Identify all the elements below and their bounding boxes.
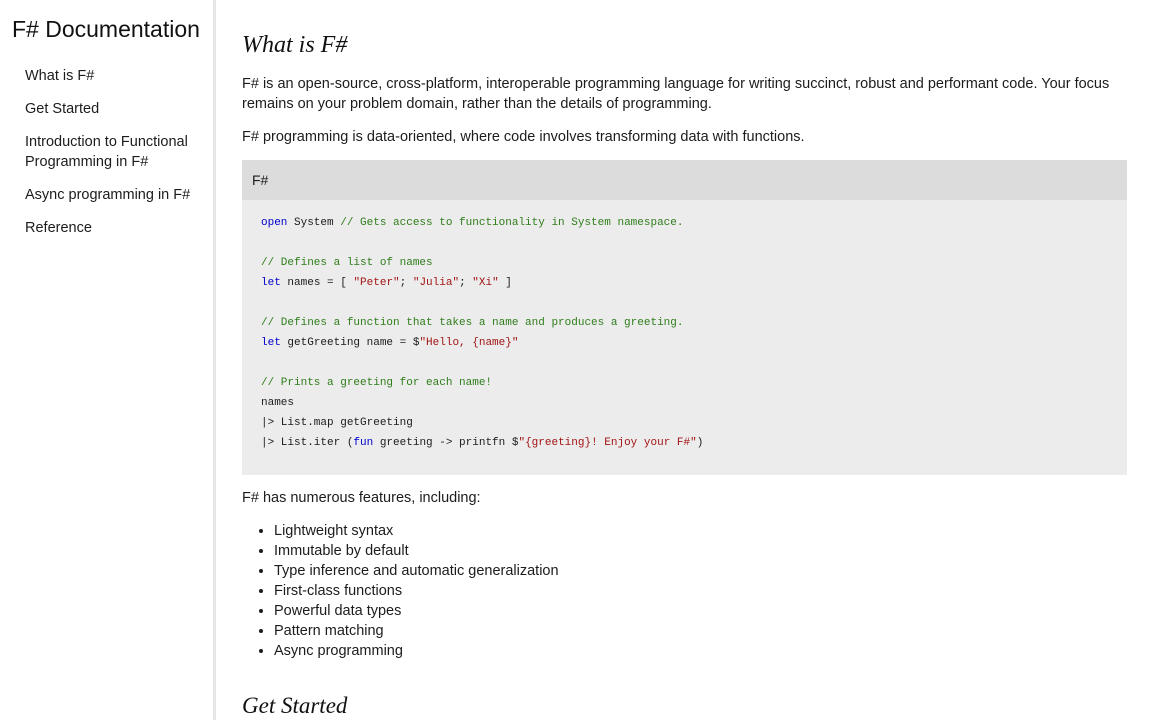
code-token: names = [ bbox=[280, 277, 354, 289]
sidebar-item-reference[interactable]: Reference bbox=[25, 218, 205, 238]
sidebar-item-what-is-fsharp[interactable]: What is F# bbox=[25, 66, 205, 86]
feature-item: Pattern matching bbox=[274, 621, 559, 641]
code-token: ] bbox=[498, 277, 512, 289]
feature-item: Lightweight syntax bbox=[274, 521, 559, 541]
code-token: // Prints a greeting for each name! bbox=[261, 377, 493, 389]
feature-item: Powerful data types bbox=[274, 601, 559, 621]
code-token: "Hello, bbox=[419, 337, 473, 349]
code-token: greeting -> printfn $ bbox=[373, 437, 519, 449]
code-line: // Defines a function that takes a name … bbox=[261, 313, 1127, 333]
code-token: ) bbox=[696, 437, 704, 449]
code-token: names bbox=[261, 397, 295, 409]
code-token: let bbox=[261, 337, 281, 349]
section-heading-get-started: Get Started bbox=[242, 693, 348, 718]
code-line: // Defines a list of names bbox=[261, 253, 1127, 273]
code-token: // Gets access to functionality in Syste… bbox=[340, 217, 684, 229]
code-line: open System // Gets access to functional… bbox=[261, 213, 1127, 233]
page-title: What is F# bbox=[242, 32, 348, 58]
code-token: // Defines a function that takes a name … bbox=[261, 317, 684, 329]
code-token: "Xi" bbox=[472, 277, 499, 289]
sidebar-item-async[interactable]: Async programming in F# bbox=[25, 185, 205, 205]
code-token: "Peter" bbox=[353, 277, 400, 289]
code-token: |> List.map getGreeting bbox=[261, 417, 413, 429]
code-line: // Prints a greeting for each name! bbox=[261, 373, 1127, 393]
sidebar-item-get-started[interactable]: Get Started bbox=[25, 99, 205, 119]
sidebar-title: F# Documentation bbox=[12, 16, 200, 42]
code-token: {name} bbox=[472, 337, 512, 349]
code-line: let names = [ "Peter"; "Julia"; "Xi" ] bbox=[261, 273, 1127, 293]
code-token: // Defines a list of names bbox=[261, 257, 433, 269]
code-token: getGreeting name = $ bbox=[280, 337, 420, 349]
feature-item: Type inference and automatic generalizat… bbox=[274, 561, 559, 581]
features-list: Lightweight syntax Immutable by default … bbox=[242, 521, 559, 661]
code-line: let getGreeting name = $"Hello, {name}" bbox=[261, 333, 1127, 353]
feature-item: Immutable by default bbox=[274, 541, 559, 561]
code-token: " bbox=[511, 337, 519, 349]
sidebar-item-intro-functional[interactable]: Introduction to Functional Programming i… bbox=[25, 132, 205, 172]
features-intro: F# has numerous features, including: bbox=[242, 490, 481, 506]
code-token: ; bbox=[399, 277, 413, 289]
code-token: System bbox=[287, 217, 341, 229]
code-block: F# open System // Gets access to functio… bbox=[242, 160, 1127, 475]
main-content: What is F# F# is an open-source, cross-p… bbox=[242, 0, 1128, 720]
code-line: |> List.map getGreeting bbox=[261, 413, 1127, 433]
code-token: open bbox=[261, 217, 288, 229]
code-token: |> List.iter ( bbox=[261, 437, 354, 449]
code-token: "Julia" bbox=[412, 277, 460, 289]
code-line: names bbox=[261, 393, 1127, 413]
feature-item: First-class functions bbox=[274, 581, 559, 601]
code-token: "{greeting}! Enjoy your F#" bbox=[518, 437, 697, 449]
code-language-label: F# bbox=[242, 160, 1127, 200]
code-token: fun bbox=[353, 437, 374, 449]
intro-paragraph: F# is an open-source, cross-platform, in… bbox=[242, 76, 1110, 112]
code-token: ; bbox=[459, 277, 473, 289]
data-oriented-paragraph: F# programming is data-oriented, where c… bbox=[242, 129, 805, 145]
sidebar-nav: What is F# Get Started Introduction to F… bbox=[25, 66, 205, 251]
code-body: open System // Gets access to functional… bbox=[242, 200, 1127, 453]
code-line: |> List.iter (fun greeting -> printfn $"… bbox=[261, 433, 1127, 453]
feature-item: Async programming bbox=[274, 641, 559, 661]
code-token: let bbox=[261, 277, 281, 289]
sidebar: F# Documentation What is F# Get Started … bbox=[0, 0, 216, 720]
